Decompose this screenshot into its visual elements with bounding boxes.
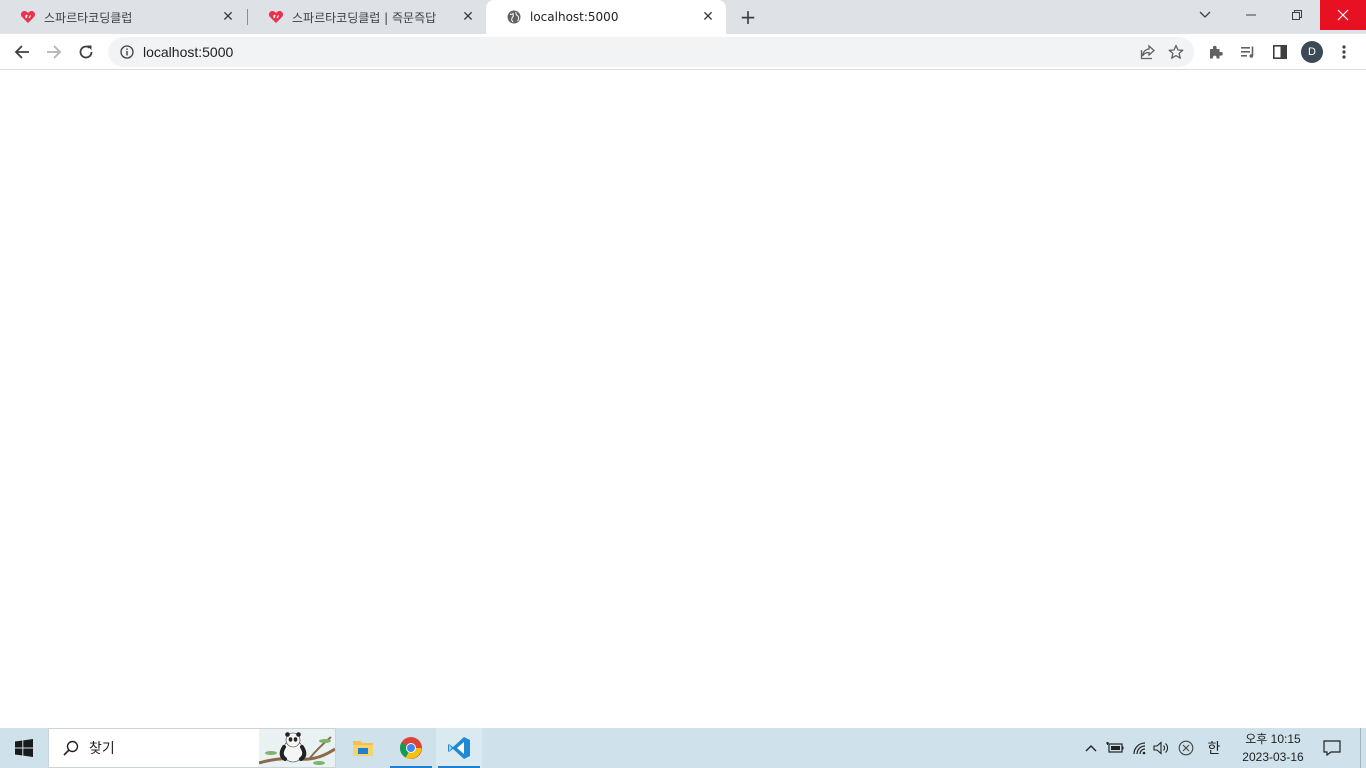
search-icon bbox=[61, 738, 81, 758]
site-info-icon[interactable] bbox=[119, 44, 135, 60]
tab-search-chevron-icon[interactable] bbox=[1182, 0, 1228, 30]
panda-illustration-icon bbox=[259, 729, 335, 767]
new-tab-button[interactable]: + bbox=[736, 5, 760, 29]
side-panel-icon[interactable] bbox=[1266, 38, 1294, 66]
restore-button[interactable] bbox=[1274, 0, 1320, 30]
ime-indicator[interactable]: 한 bbox=[1204, 738, 1224, 758]
globe-icon bbox=[506, 9, 522, 25]
clock-date: 2023-03-16 bbox=[1242, 750, 1304, 764]
notification-center-icon[interactable] bbox=[1320, 737, 1344, 759]
tab-sparta-qna[interactable]: 스파르타코딩클럽 | 즉문즉답 ✕ bbox=[248, 0, 486, 34]
sparta-heart-icon bbox=[20, 9, 36, 25]
tab-title: 스파르타코딩클럽 | 즉문즉답 bbox=[292, 10, 437, 25]
profile-avatar[interactable]: D bbox=[1301, 41, 1323, 63]
reload-button[interactable] bbox=[72, 38, 100, 66]
forward-button[interactable] bbox=[40, 38, 68, 66]
close-tab-icon[interactable]: ✕ bbox=[460, 9, 476, 25]
windows-logo-icon bbox=[15, 739, 33, 757]
address-bar[interactable]: localhost:5000 bbox=[108, 37, 1194, 67]
close-window-button[interactable] bbox=[1320, 0, 1366, 30]
close-tab-icon[interactable]: ✕ bbox=[220, 9, 236, 25]
tab-title: 스파르타코딩클럽 bbox=[44, 10, 133, 25]
share-icon[interactable] bbox=[1134, 38, 1162, 66]
vscode-icon[interactable] bbox=[436, 728, 482, 768]
battery-icon[interactable] bbox=[1105, 738, 1125, 758]
tray-overflow-chevron-icon[interactable] bbox=[1081, 738, 1101, 758]
browser-toolbar: localhost:5000 D bbox=[0, 34, 1366, 70]
extensions-puzzle-icon[interactable] bbox=[1202, 38, 1230, 66]
clock-time: 오후 10:15 bbox=[1245, 732, 1301, 746]
close-tab-icon[interactable]: ✕ bbox=[700, 9, 716, 25]
volume-icon[interactable] bbox=[1152, 738, 1172, 758]
url-text[interactable]: localhost:5000 bbox=[143, 44, 1134, 60]
minimize-button[interactable] bbox=[1228, 0, 1274, 30]
taskbar-search-box[interactable]: 찾기 bbox=[48, 728, 336, 768]
system-clock[interactable]: 오후 10:15 2023-03-16 bbox=[1236, 730, 1310, 766]
back-button[interactable] bbox=[8, 38, 36, 66]
media-control-icon[interactable] bbox=[1234, 38, 1262, 66]
page-viewport bbox=[0, 71, 1366, 728]
tab-title: localhost:5000 bbox=[530, 10, 619, 24]
show-desktop-button[interactable] bbox=[1360, 728, 1366, 768]
input-disabled-icon[interactable] bbox=[1176, 738, 1196, 758]
chrome-icon[interactable] bbox=[388, 728, 434, 768]
search-placeholder: 찾기 bbox=[89, 741, 115, 757]
tab-strip: 스파르타코딩클럽 ✕ 스파르타코딩클럽 | 즉문즉답 ✕ localhost:5… bbox=[0, 0, 1366, 34]
file-explorer-icon[interactable] bbox=[340, 728, 386, 768]
tab-localhost[interactable]: localhost:5000 ✕ bbox=[486, 0, 726, 34]
start-button[interactable] bbox=[0, 728, 48, 768]
wifi-icon[interactable] bbox=[1130, 738, 1150, 758]
menu-kebab-icon[interactable] bbox=[1330, 38, 1358, 66]
sparta-heart-icon bbox=[268, 9, 284, 25]
tab-sparta-1[interactable]: 스파르타코딩클럽 ✕ bbox=[0, 0, 246, 34]
bookmark-star-icon[interactable] bbox=[1162, 38, 1190, 66]
windows-taskbar: 찾기 한 오후 10:15 2023-03-16 bbox=[0, 728, 1366, 768]
